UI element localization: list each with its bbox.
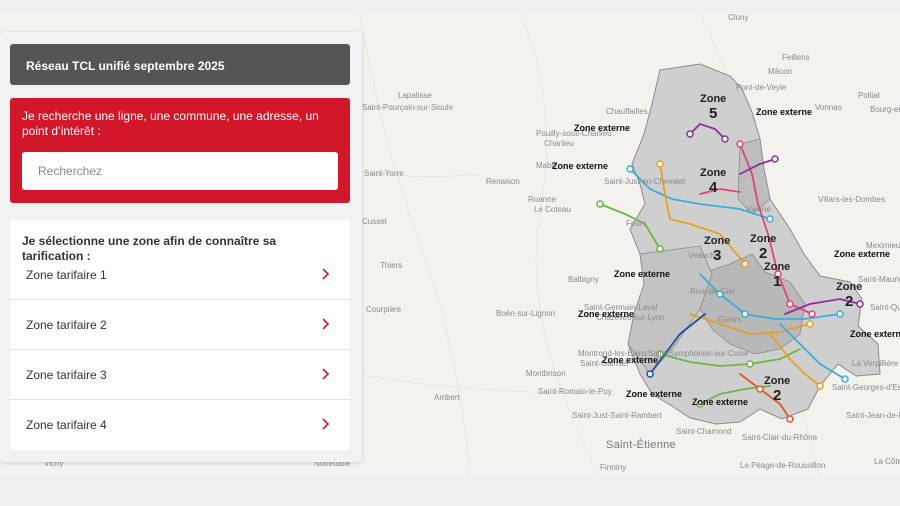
place-label: Thiers <box>380 261 403 270</box>
zone-1-label[interactable]: Zone 1 <box>764 261 790 289</box>
zone-5-label[interactable]: Zone 5 <box>700 93 726 121</box>
place-label: La Verpillière <box>852 359 899 368</box>
place-label: Renaison <box>486 177 520 186</box>
place-label: Saint-Maurice-de-Beynost <box>858 275 900 284</box>
zone-externe-label[interactable]: Zone externe <box>834 249 890 259</box>
search-input[interactable] <box>22 152 338 190</box>
side-panel: Réseau TCL unifié septembre 2025 Je rech… <box>0 32 362 462</box>
zone-externe-label[interactable]: Zone externe <box>614 269 670 279</box>
zone-2-label[interactable]: Zone 2 <box>750 233 776 261</box>
place-label: Charlieu <box>544 139 574 148</box>
place-label: Saint-Pourçain-sur-Sioule <box>362 103 454 112</box>
search-section: Je recherche une ligne, une commune, une… <box>10 98 350 203</box>
zone-3-label[interactable]: Zone 3 <box>704 235 730 263</box>
zone-externe-label[interactable]: Zone externe <box>626 389 682 399</box>
place-label: Saint-Étienne <box>606 439 676 451</box>
place-label: Mâcon <box>768 67 793 76</box>
place-label: Balbigny <box>568 275 599 284</box>
chevron-right-icon <box>322 418 330 430</box>
network-title: Réseau TCL unifié septembre 2025 <box>10 44 350 85</box>
chevron-right-icon <box>322 368 330 380</box>
place-label: Bourg-en-Bresse <box>870 105 900 114</box>
place-label: Saint-Jean-de-Bournay <box>846 411 900 420</box>
place-label: Ambert <box>434 393 460 402</box>
place-label: Vienne <box>746 205 771 214</box>
place-label: Saint-Clair-du-Rhône <box>742 433 818 442</box>
zone-2-label[interactable]: Zone 2 <box>836 281 862 309</box>
place-label: Le Coteau <box>534 205 571 214</box>
place-label: Givors <box>718 315 742 324</box>
map-footer-strip <box>0 478 900 506</box>
zone-list: Je sélectionne une zone afin de connaîtr… <box>10 220 350 450</box>
place-label: Chauffailles <box>606 107 648 116</box>
zone-externe-label[interactable]: Zone externe <box>756 107 812 117</box>
zone-externe-label[interactable]: Zone externe <box>692 397 748 407</box>
place-label: Saint-Quentin-Fallavier <box>870 303 900 312</box>
zone-externe-label[interactable]: Zone externe <box>578 309 634 319</box>
place-label: Feurs <box>626 219 647 228</box>
place-label: Cusset <box>362 217 387 226</box>
zone-2-label[interactable]: Zone 2 <box>764 375 790 403</box>
place-label: Pont-de-Veyle <box>736 83 787 92</box>
search-label: Je recherche une ligne, une commune, une… <box>22 109 319 138</box>
place-label: La Côte-Saint-André <box>874 457 900 466</box>
place-label: Feillens <box>782 53 810 62</box>
place-label: Saint-Georges-d'Espéranche <box>832 383 900 392</box>
zone-item-2[interactable]: Zone tarifaire 2 <box>10 300 350 350</box>
zone-item-label: Zone tarifaire 4 <box>26 418 107 432</box>
place-label: Boën-sur-Lignon <box>496 309 556 318</box>
zone-4-label[interactable]: Zone 4 <box>700 167 726 195</box>
place-label: Lapalisse <box>398 91 432 100</box>
place-label: Polliat <box>858 91 880 100</box>
place-label: Saint-Chamond <box>676 427 732 436</box>
place-label: Rive-de-Gier <box>690 287 736 296</box>
place-label: Firminy <box>600 463 627 472</box>
zone-item-label: Zone tarifaire 1 <box>26 268 107 282</box>
place-label: Montbrison <box>526 369 566 378</box>
zone-item-label: Zone tarifaire 2 <box>26 318 107 332</box>
zone-item-3[interactable]: Zone tarifaire 3 <box>10 350 350 400</box>
zone-item-4[interactable]: Zone tarifaire 4 <box>10 400 350 450</box>
place-label: Vonnas <box>815 103 842 112</box>
place-label: Saint-Yorre <box>364 169 404 178</box>
place-label: Saint-Romain-le-Puy <box>538 387 612 396</box>
zone-externe-label[interactable]: Zone externe <box>574 123 630 133</box>
place-label: Saint-Just-Saint-Rambert <box>572 411 662 420</box>
zone-item-label: Zone tarifaire 3 <box>26 368 107 382</box>
place-label: Saint-Symphorien-sur-Coise <box>648 349 749 358</box>
zone-externe-label[interactable]: Zone externe <box>850 329 900 339</box>
zone-externe-label[interactable]: Zone externe <box>602 355 658 365</box>
place-label: Villars-les-Dombes <box>818 195 885 204</box>
place-label: Cluny <box>728 14 749 22</box>
place-label: Saint-Just-en-Chevalet <box>604 177 686 186</box>
place-label: Courpière <box>366 305 402 314</box>
chevron-right-icon <box>322 268 330 280</box>
chevron-right-icon <box>322 318 330 330</box>
place-label: Le Péage-de-Roussillon <box>740 461 826 470</box>
zone-item-1[interactable]: Zone tarifaire 1 <box>10 250 350 300</box>
zone-externe-label[interactable]: Zone externe <box>552 161 608 171</box>
place-label: Roanne <box>528 195 557 204</box>
